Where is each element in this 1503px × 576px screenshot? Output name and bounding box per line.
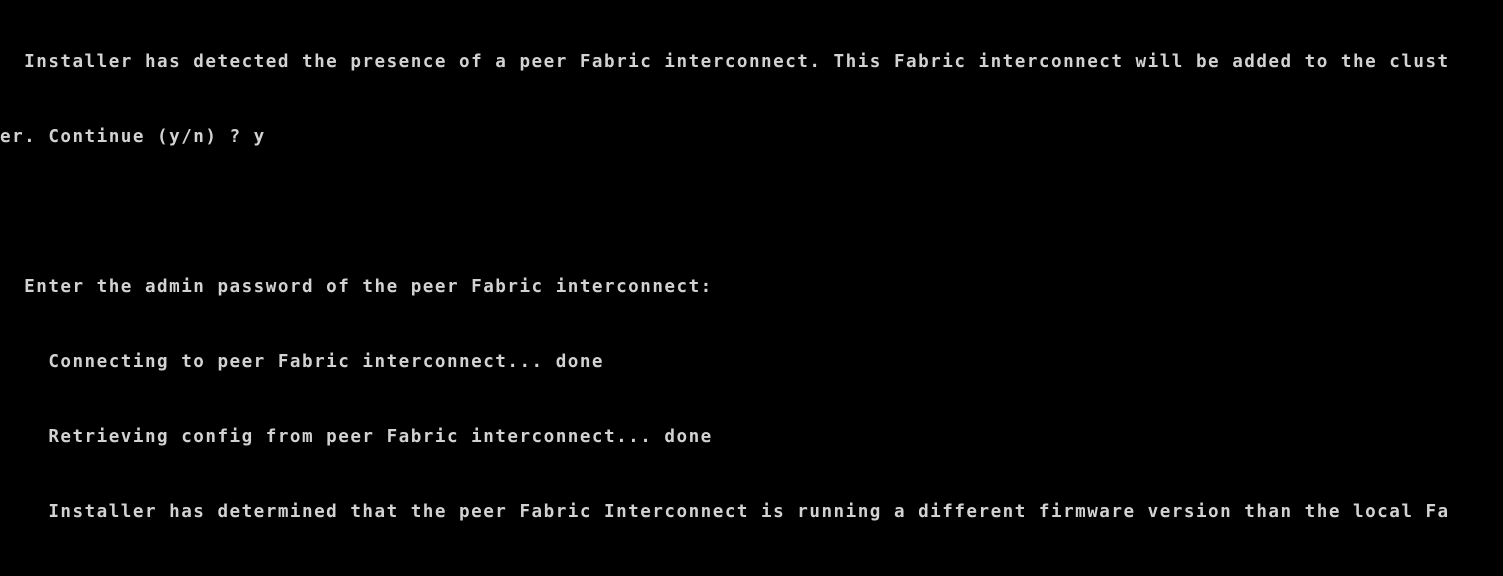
terminal-screen[interactable]: Installer has detected the presence of a… xyxy=(0,0,1450,576)
terminal-line: Installer has determined that the peer F… xyxy=(0,502,1450,522)
terminal-line: Connecting to peer Fabric interconnect..… xyxy=(0,352,605,372)
terminal-line: Enter the admin password of the peer Fab… xyxy=(0,277,713,297)
terminal-line: Retrieving config from peer Fabric inter… xyxy=(0,427,713,447)
terminal-line: er. Continue (y/n) ? y xyxy=(0,127,266,147)
terminal-window[interactable]: Installer has detected the presence of a… xyxy=(0,0,1503,576)
terminal-line: Installer has detected the presence of a… xyxy=(0,52,1450,72)
